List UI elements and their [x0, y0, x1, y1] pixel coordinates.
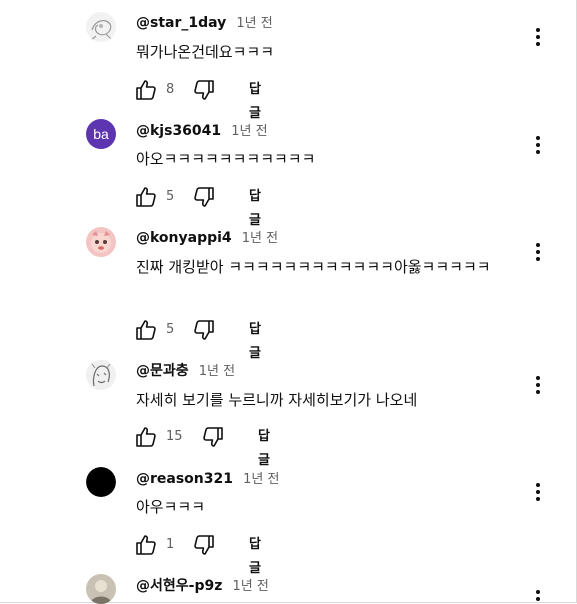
comment-author[interactable]: @reason321: [136, 471, 233, 487]
more-actions-menu-icon[interactable]: [529, 588, 547, 602]
like-count: 5: [166, 189, 175, 204]
thumbs-down-icon[interactable]: [201, 425, 225, 449]
comment-author[interactable]: @konyappi4: [136, 230, 232, 246]
comment-header: @kjs36041 1년 전: [136, 121, 268, 139]
sketch-avatar-icon: [86, 12, 116, 42]
initials-avatar-icon: ba: [93, 126, 109, 142]
sketch-avatar-icon: [86, 360, 116, 390]
comment-timestamp[interactable]: 1년 전: [243, 472, 279, 487]
thumbs-down-icon[interactable]: [192, 533, 216, 557]
thumbs-up-icon[interactable]: [134, 318, 158, 342]
like-count: 5: [166, 322, 175, 337]
more-actions-menu-icon[interactable]: [529, 481, 547, 503]
comment-timestamp[interactable]: 1년 전: [231, 124, 267, 139]
avatar[interactable]: [86, 574, 116, 604]
thumbs-down-icon[interactable]: [192, 318, 216, 342]
more-actions-menu-icon[interactable]: [529, 26, 547, 48]
comment-header: @서현우-p9z 1년 전: [136, 576, 269, 594]
comment-author[interactable]: @star_1day: [136, 15, 226, 31]
comment-timestamp[interactable]: 1년 전: [236, 16, 272, 31]
black-avatar-icon: [86, 467, 116, 497]
more-actions-menu-icon[interactable]: [529, 374, 547, 396]
avatar[interactable]: [86, 227, 116, 257]
thumbs-down-icon[interactable]: [192, 185, 216, 209]
thumbs-down-icon[interactable]: [192, 78, 216, 102]
comment-author[interactable]: @문과충: [136, 363, 189, 379]
thumbs-up-icon[interactable]: [134, 533, 158, 557]
avatar[interactable]: [86, 467, 116, 497]
like-count: 15: [166, 429, 183, 444]
comment-header: @star_1day 1년 전: [136, 13, 273, 31]
avatar[interactable]: ba: [86, 119, 116, 149]
comment-header: @konyappi4 1년 전: [136, 228, 278, 246]
comment-text: 진짜 개킹받아 ㅋㅋㅋㅋㅋㅋㅋㅋㅋㅋㅋㅋ아옳ㅋㅋㅋㅋㅋ: [136, 258, 491, 276]
character-avatar-icon: [86, 227, 116, 257]
reply-button[interactable]: 답글: [249, 78, 261, 126]
comment-timestamp[interactable]: 1년 전: [232, 579, 268, 594]
comment-text: 아오ㅋㅋㅋㅋㅋㅋㅋㅋㅋㅋㅋ: [136, 150, 316, 168]
like-count: 8: [166, 82, 175, 97]
comment-author[interactable]: @서현우-p9z: [136, 578, 222, 594]
thumbs-up-icon[interactable]: [134, 78, 158, 102]
comment-author[interactable]: @kjs36041: [136, 123, 221, 139]
avatar-initials: ba: [93, 126, 109, 142]
comment-text: 뭐가나온건데요ㅋㅋㅋ: [136, 43, 275, 61]
comment-text: 자세히 보기를 누르니까 자세히보기가 나오네: [136, 391, 418, 409]
comment-timestamp[interactable]: 1년 전: [199, 364, 235, 379]
thumbs-up-icon[interactable]: [134, 185, 158, 209]
comment-timestamp[interactable]: 1년 전: [242, 231, 278, 246]
reply-button[interactable]: 답글: [258, 425, 270, 473]
like-count: 1: [166, 537, 175, 552]
more-actions-menu-icon[interactable]: [529, 241, 547, 263]
avatar[interactable]: [86, 360, 116, 390]
photo-avatar-icon: [86, 574, 116, 604]
comment-header: @문과충 1년 전: [136, 361, 235, 379]
thumbs-up-icon[interactable]: [134, 425, 158, 449]
avatar[interactable]: [86, 12, 116, 42]
reply-button[interactable]: 답글: [249, 185, 261, 233]
comment-text: 아우ㅋㅋㅋ: [136, 498, 206, 516]
comment-header: @reason321 1년 전: [136, 469, 279, 487]
reply-button[interactable]: 답글: [249, 533, 261, 581]
more-actions-menu-icon[interactable]: [529, 134, 547, 156]
reply-button[interactable]: 답글: [249, 318, 261, 366]
